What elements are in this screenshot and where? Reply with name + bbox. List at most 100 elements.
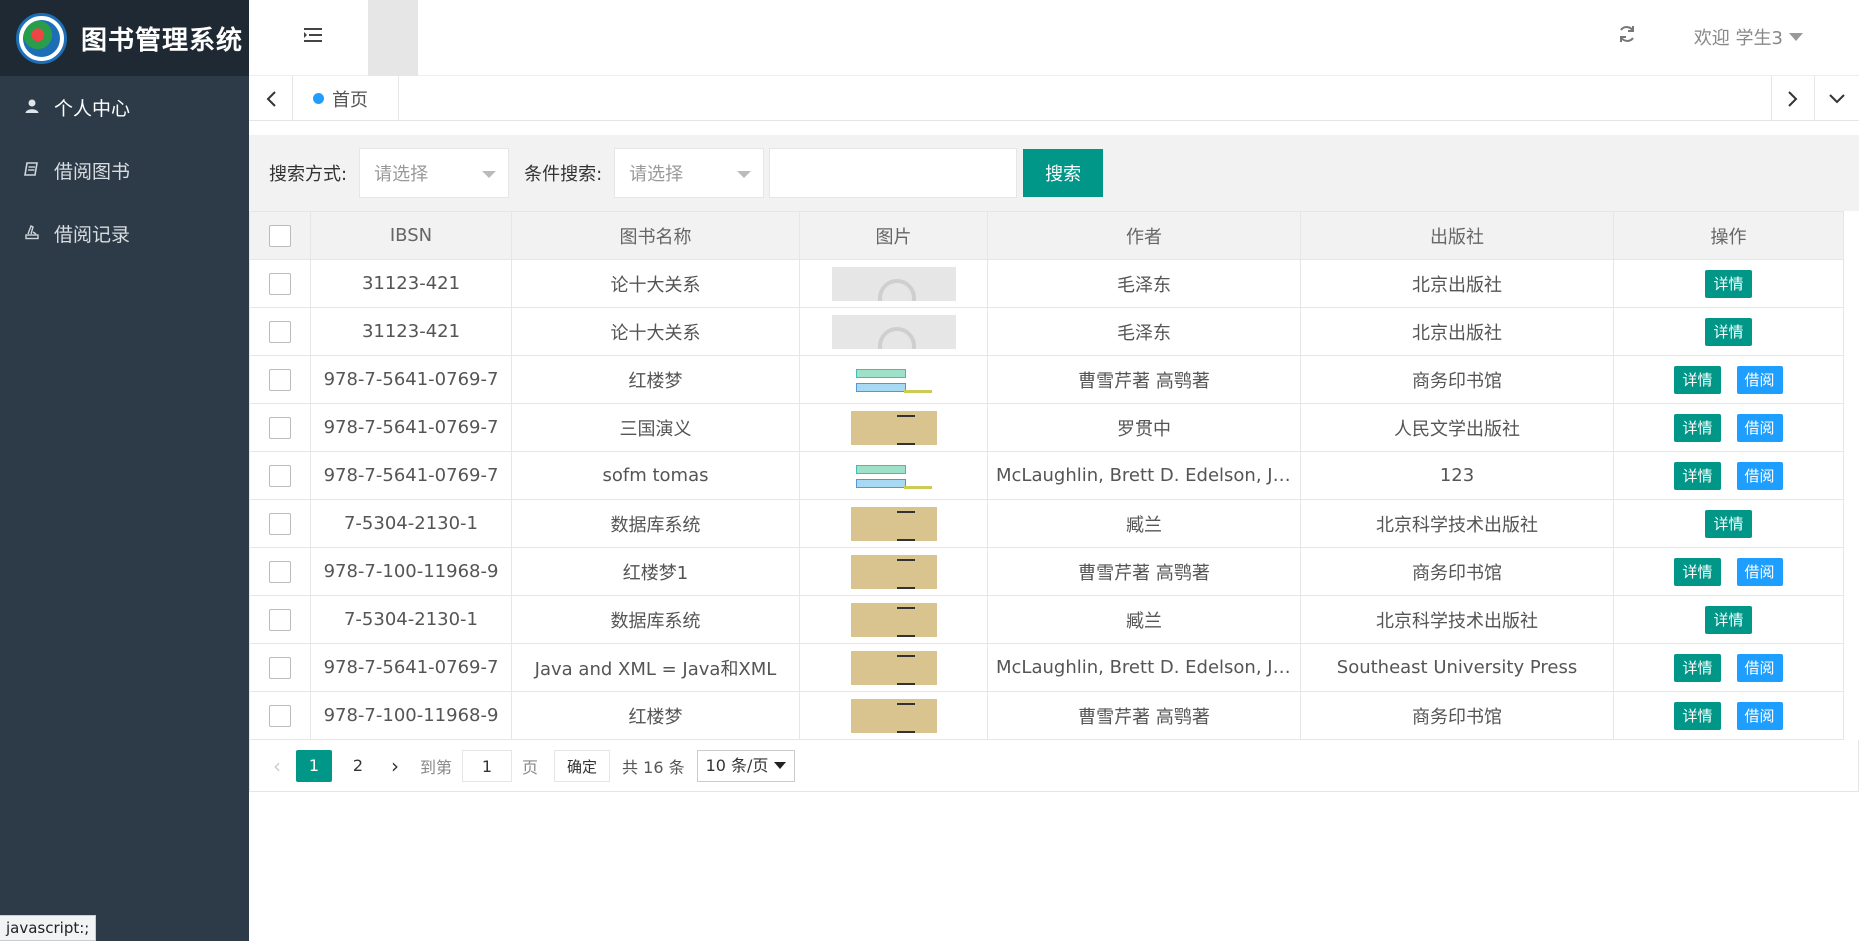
- tab-menu-chevron-down-icon[interactable]: [1815, 76, 1859, 121]
- search-button[interactable]: 搜索: [1023, 149, 1104, 197]
- row-checkbox[interactable]: [269, 608, 291, 631]
- detail-button[interactable]: 详情: [1705, 509, 1752, 538]
- row-checkbox[interactable]: [269, 272, 291, 295]
- borrow-button[interactable]: 借阅: [1736, 701, 1783, 730]
- isbn-cell: 978-7-5641-0769-7: [310, 403, 512, 452]
- status-tooltip: javascript:;: [0, 915, 97, 941]
- book-cover-image: [850, 698, 937, 733]
- sidebar-item-borrow-books[interactable]: 借阅图书: [0, 139, 249, 202]
- search-method-select[interactable]: 请选择: [359, 148, 510, 198]
- search-condition-select[interactable]: 请选择: [614, 148, 765, 198]
- author-cell: McLaughlin, Brett D. Edelson, Justin: [987, 451, 1301, 500]
- detail-button[interactable]: 详情: [1674, 461, 1721, 490]
- chevron-down-icon: [482, 171, 497, 178]
- book-cover-image: [850, 554, 937, 589]
- row-checkbox[interactable]: [269, 512, 291, 535]
- borrow-button[interactable]: 借阅: [1736, 413, 1783, 442]
- detail-button[interactable]: 详情: [1674, 701, 1721, 730]
- detail-button[interactable]: 详情: [1705, 317, 1752, 346]
- sidebar-item-label: 借阅记录: [54, 224, 131, 246]
- detail-button[interactable]: 详情: [1705, 269, 1752, 298]
- row-checkbox[interactable]: [269, 704, 291, 727]
- actions-cell: 详情 借阅: [1613, 451, 1844, 500]
- column-header-name[interactable]: 图书名称: [511, 211, 800, 260]
- column-header-isbn[interactable]: IBSN: [310, 211, 512, 260]
- search-method-placeholder: 请选择: [374, 164, 429, 185]
- books-table: IBSN 图书名称 图片 作者 出版社 操作 31123-421 论十大关系 毛泽东…: [249, 211, 1844, 740]
- column-header-actions[interactable]: 操作: [1613, 211, 1844, 260]
- select-all-checkbox[interactable]: [269, 224, 291, 247]
- detail-button[interactable]: 详情: [1674, 413, 1721, 442]
- detail-button[interactable]: 详情: [1674, 365, 1721, 394]
- isbn-cell: 978-7-5641-0769-7: [310, 355, 512, 404]
- book-image-cell: [799, 547, 988, 596]
- sidebar: 图书管理系统 个人中心 借阅图书 借阅记录 javascript:;: [0, 0, 249, 941]
- tab-home[interactable]: 首页: [313, 76, 399, 121]
- book-name-cell: 论十大关系: [511, 307, 800, 356]
- refresh-icon[interactable]: [1617, 24, 1637, 50]
- row-checkbox[interactable]: [269, 320, 291, 343]
- page-size-select[interactable]: 10 条/页: [696, 749, 796, 782]
- sidebar-item-borrow-records[interactable]: 借阅记录: [0, 202, 249, 265]
- publisher-cell: 123: [1300, 451, 1614, 500]
- detail-button[interactable]: 详情: [1674, 557, 1721, 586]
- page-size-value: 10 条/页: [705, 755, 769, 775]
- chevron-down-icon: [737, 171, 752, 178]
- book-cover-image: [831, 314, 956, 349]
- row-checkbox[interactable]: [269, 656, 291, 679]
- prev-page-icon[interactable]: ‹: [262, 754, 292, 778]
- publisher-cell: 北京出版社: [1300, 307, 1614, 356]
- header-placeholder-tab[interactable]: [368, 0, 418, 76]
- logo-bar: 图书管理系统: [0, 0, 249, 76]
- actions-cell: 详情: [1613, 307, 1844, 356]
- menu-toggle-icon[interactable]: [299, 24, 327, 52]
- goto-confirm-button[interactable]: 确定: [554, 749, 611, 782]
- page-button-2[interactable]: 2: [340, 750, 376, 782]
- row-select-cell: [249, 643, 311, 692]
- user-menu[interactable]: 欢迎 学生3: [1694, 24, 1803, 50]
- row-select-cell: [249, 499, 311, 548]
- active-dot-icon: [313, 93, 324, 104]
- book-image-cell: [799, 643, 988, 692]
- borrow-button[interactable]: 借阅: [1736, 653, 1783, 682]
- column-header-publisher[interactable]: 出版社: [1300, 211, 1614, 260]
- goto-page-input[interactable]: 1: [462, 749, 513, 782]
- logo-icon: [16, 12, 67, 64]
- row-checkbox[interactable]: [269, 368, 291, 391]
- column-header-author[interactable]: 作者: [987, 211, 1301, 260]
- tab-scroll-right-icon[interactable]: [1771, 76, 1815, 121]
- book-image-cell: [799, 595, 988, 644]
- table-row: 978-7-100-11968-9 红楼梦1 曹雪芹著 高鹗著 商务印书馆 详情 借阅: [249, 547, 1844, 596]
- book-image-cell: [799, 451, 988, 500]
- borrow-button[interactable]: 借阅: [1736, 365, 1783, 394]
- book-name-cell: 数据库系统: [511, 499, 800, 548]
- column-header-image[interactable]: 图片: [799, 211, 988, 260]
- borrow-button[interactable]: 借阅: [1736, 557, 1783, 586]
- row-select-cell: [249, 691, 311, 740]
- row-checkbox[interactable]: [269, 560, 291, 583]
- table-header-row: IBSN 图书名称 图片 作者 出版社 操作: [249, 211, 1844, 260]
- user-icon: [22, 98, 42, 118]
- row-checkbox[interactable]: [269, 416, 291, 439]
- table-row: 7-5304-2130-1 数据库系统 臧兰 北京科学技术出版社 详情: [249, 499, 1844, 548]
- tab-scroll-left-icon[interactable]: [249, 76, 293, 121]
- book-cover-image: [831, 266, 956, 301]
- sidebar-item-personal-center[interactable]: 个人中心: [0, 76, 249, 139]
- row-select-cell: [249, 259, 311, 308]
- borrow-button[interactable]: 借阅: [1736, 461, 1783, 490]
- isbn-cell: 978-7-5641-0769-7: [310, 643, 512, 692]
- book-cover-image: [850, 506, 937, 541]
- detail-button[interactable]: 详情: [1705, 605, 1752, 634]
- page-button-1[interactable]: 1: [296, 749, 332, 782]
- book-icon: [22, 161, 42, 181]
- row-checkbox[interactable]: [269, 464, 291, 487]
- actions-cell: 详情: [1613, 499, 1844, 548]
- detail-button[interactable]: 详情: [1674, 653, 1721, 682]
- next-page-icon[interactable]: ›: [380, 754, 410, 778]
- author-cell: 曹雪芹著 高鹗著: [987, 691, 1301, 740]
- search-keyword-input[interactable]: [769, 148, 1018, 198]
- author-cell: 曹雪芹著 高鹗著: [987, 355, 1301, 404]
- chevron-down-icon: [1789, 33, 1803, 41]
- actions-cell: 详情 借阅: [1613, 547, 1844, 596]
- chevron-down-icon: [774, 762, 787, 769]
